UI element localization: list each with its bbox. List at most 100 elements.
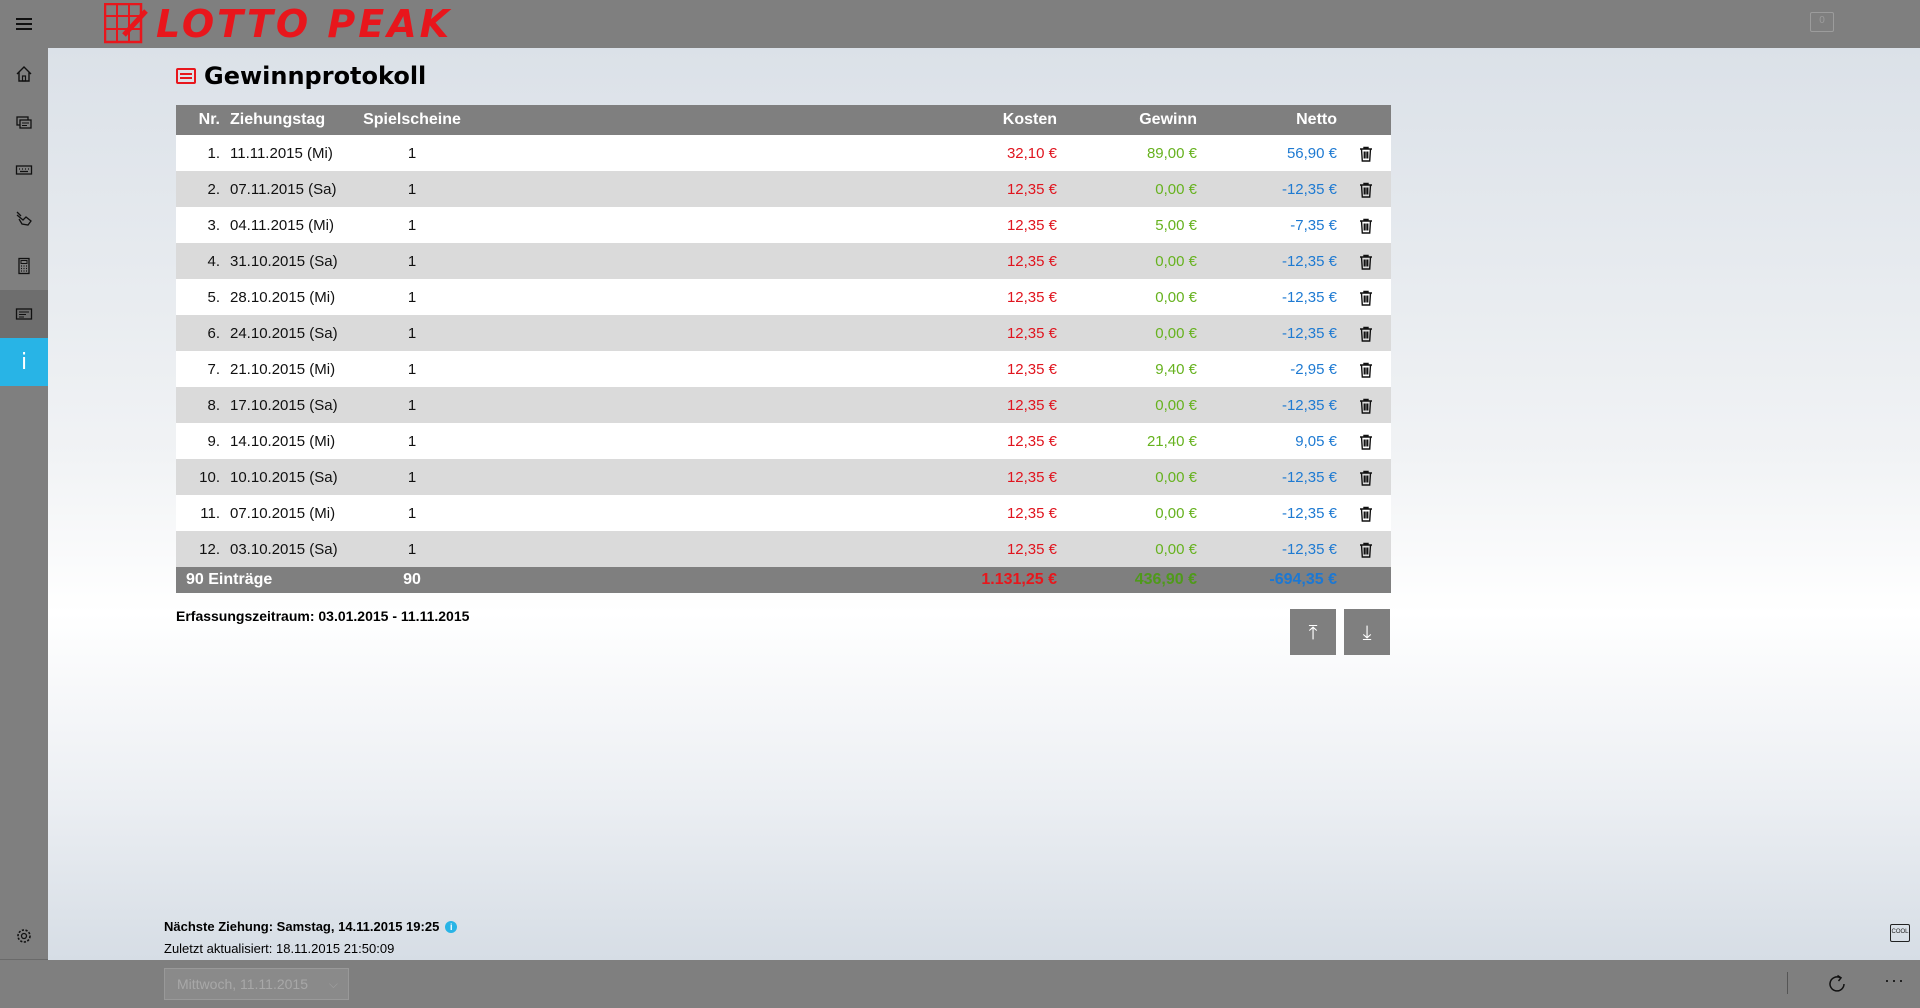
- trash-icon: [1360, 542, 1372, 558]
- delete-row-button[interactable]: [1341, 531, 1391, 567]
- header-nr[interactable]: Nr.: [176, 105, 224, 135]
- delete-row-button[interactable]: [1341, 423, 1391, 459]
- delete-row-button[interactable]: [1341, 459, 1391, 495]
- sidebar: i: [0, 48, 48, 960]
- next-draw-text: Nächste Ziehung: Samstag, 14.11.2015 19:…: [164, 919, 440, 934]
- row-tickets: 1: [362, 387, 462, 423]
- row-net: -12,35 €: [1201, 459, 1341, 495]
- row-draw-day: 31.10.2015 (Sa): [224, 243, 362, 279]
- row-cost: 12,35 €: [951, 243, 1061, 279]
- row-cost: 12,35 €: [951, 531, 1061, 567]
- row-nr: 3.: [176, 207, 224, 243]
- row-win: 21,40 €: [1061, 423, 1201, 459]
- scroll-to-bottom-button[interactable]: ⤓: [1344, 609, 1390, 655]
- notifications-icon[interactable]: 0: [1810, 12, 1834, 32]
- row-win: 0,00 €: [1061, 495, 1201, 531]
- lotto-grid-logo-icon: [104, 3, 148, 44]
- header-win[interactable]: Gewinn: [1061, 105, 1201, 135]
- hamburger-line: [16, 28, 32, 30]
- hamburger-menu-button[interactable]: [0, 0, 48, 48]
- row-cost: 12,35 €: [951, 351, 1061, 387]
- row-tickets: 1: [362, 135, 462, 171]
- table-row[interactable]: 5. 28.10.2015 (Mi) 1 12,35 €0,00 € -12,35 €: [176, 279, 1391, 315]
- draw-date-select[interactable]: Mittwoch, 11.11.2015 ⌵: [164, 968, 349, 1000]
- more-options-icon[interactable]: ···: [1884, 970, 1905, 991]
- nav-home[interactable]: [0, 50, 48, 98]
- nav-keyboard[interactable]: [0, 146, 48, 194]
- home-icon: [16, 66, 32, 82]
- row-spacer: [462, 423, 951, 459]
- table-row[interactable]: 12. 03.10.2015 (Sa) 1 12,35 €0,00 € -12,35 €: [176, 531, 1391, 567]
- hamburger-line: [16, 23, 32, 25]
- win-log-title-icon: [176, 68, 196, 84]
- win-log-table: Nr. Ziehungstag Spielscheine Kosten Gewi…: [176, 105, 1391, 593]
- table-row[interactable]: 11. 07.10.2015 (Mi) 1 12,35 €0,00 € -12,35 €: [176, 495, 1391, 531]
- row-nr: 11.: [176, 495, 224, 531]
- app-name: LOTTO PEAK: [156, 2, 453, 46]
- tickets-icon: [16, 116, 32, 129]
- row-net: 9,05 €: [1201, 423, 1341, 459]
- scroll-to-top-button[interactable]: ⤒: [1290, 609, 1336, 655]
- header-tickets[interactable]: Spielscheine: [362, 105, 462, 135]
- nav-tickets[interactable]: [0, 98, 48, 146]
- row-net: 56,90 €: [1201, 135, 1341, 171]
- gear-icon: [17, 929, 31, 943]
- row-spacer: [462, 315, 951, 351]
- row-cost: 12,35 €: [951, 387, 1061, 423]
- draw-date-value: Mittwoch, 11.11.2015: [177, 976, 309, 992]
- row-net: -12,35 €: [1201, 387, 1341, 423]
- table-row[interactable]: 1. 11.11.2015 (Mi) 1 32,10 €89,00 €56,90 €: [176, 135, 1391, 171]
- trash-icon: [1360, 254, 1372, 270]
- nav-info[interactable]: i: [0, 338, 48, 386]
- row-spacer: [462, 495, 951, 531]
- delete-row-button[interactable]: [1341, 171, 1391, 207]
- row-cost: 12,35 €: [951, 207, 1061, 243]
- summary-tickets: 90: [362, 567, 462, 593]
- delete-row-button[interactable]: [1341, 135, 1391, 171]
- header-cost[interactable]: Kosten: [951, 105, 1061, 135]
- table-row[interactable]: 9. 14.10.2015 (Mi) 1 12,35 €21,40 €9,05 €: [176, 423, 1391, 459]
- nav-settings[interactable]: [0, 912, 48, 960]
- delete-row-button[interactable]: [1341, 207, 1391, 243]
- delete-row-button[interactable]: [1341, 279, 1391, 315]
- refresh-icon[interactable]: [1826, 973, 1848, 995]
- table-row[interactable]: 2. 07.11.2015 (Sa) 1 12,35 €0,00 € -12,35 €: [176, 171, 1391, 207]
- row-spacer: [462, 531, 951, 567]
- table-row[interactable]: 7. 21.10.2015 (Mi) 1 12,35 €9,40 € -2,95 €: [176, 351, 1391, 387]
- table-row[interactable]: 3. 04.11.2015 (Mi) 1 12,35 €5,00 € -7,35 €: [176, 207, 1391, 243]
- trash-icon: [1360, 398, 1372, 414]
- table-row[interactable]: 4. 31.10.2015 (Sa) 1 12,35 €0,00 € -12,35 €: [176, 243, 1391, 279]
- delete-row-button[interactable]: [1341, 387, 1391, 423]
- row-tickets: 1: [362, 351, 462, 387]
- table-row[interactable]: 8. 17.10.2015 (Sa) 1 12,35 €0,00 € -12,35 €: [176, 387, 1391, 423]
- nav-calculator[interactable]: [0, 242, 48, 290]
- row-cost: 12,35 €: [951, 315, 1061, 351]
- delete-row-button[interactable]: [1341, 351, 1391, 387]
- nav-check[interactable]: [0, 194, 48, 242]
- win-log-icon: [15, 308, 33, 320]
- trash-icon: [1360, 434, 1372, 450]
- row-nr: 9.: [176, 423, 224, 459]
- row-win: 0,00 €: [1061, 315, 1201, 351]
- calculator-icon: [18, 257, 30, 275]
- delete-row-button[interactable]: [1341, 315, 1391, 351]
- top-bar: LOTTO PEAK 0: [0, 0, 1920, 48]
- header-draw-day[interactable]: Ziehungstag: [224, 105, 362, 135]
- summary-actions: [1341, 567, 1391, 593]
- row-draw-day: 14.10.2015 (Mi): [224, 423, 362, 459]
- row-nr: 10.: [176, 459, 224, 495]
- delete-row-button[interactable]: [1341, 495, 1391, 531]
- nav-win-log[interactable]: [0, 290, 48, 338]
- row-draw-day: 21.10.2015 (Mi): [224, 351, 362, 387]
- row-tickets: 1: [362, 243, 462, 279]
- cool-badge-icon[interactable]: COOL: [1890, 924, 1910, 942]
- delete-row-button[interactable]: [1341, 243, 1391, 279]
- row-tickets: 1: [362, 315, 462, 351]
- table-row[interactable]: 10. 10.10.2015 (Sa) 1 12,35 €0,00 € -12,35 €: [176, 459, 1391, 495]
- header-net[interactable]: Netto: [1201, 105, 1341, 135]
- row-nr: 8.: [176, 387, 224, 423]
- row-win: 0,00 €: [1061, 531, 1201, 567]
- summary-cost: 1.131,25 €: [951, 567, 1061, 593]
- table-row[interactable]: 6. 24.10.2015 (Sa) 1 12,35 €0,00 € -12,35 €: [176, 315, 1391, 351]
- info-icon[interactable]: i: [445, 920, 458, 933]
